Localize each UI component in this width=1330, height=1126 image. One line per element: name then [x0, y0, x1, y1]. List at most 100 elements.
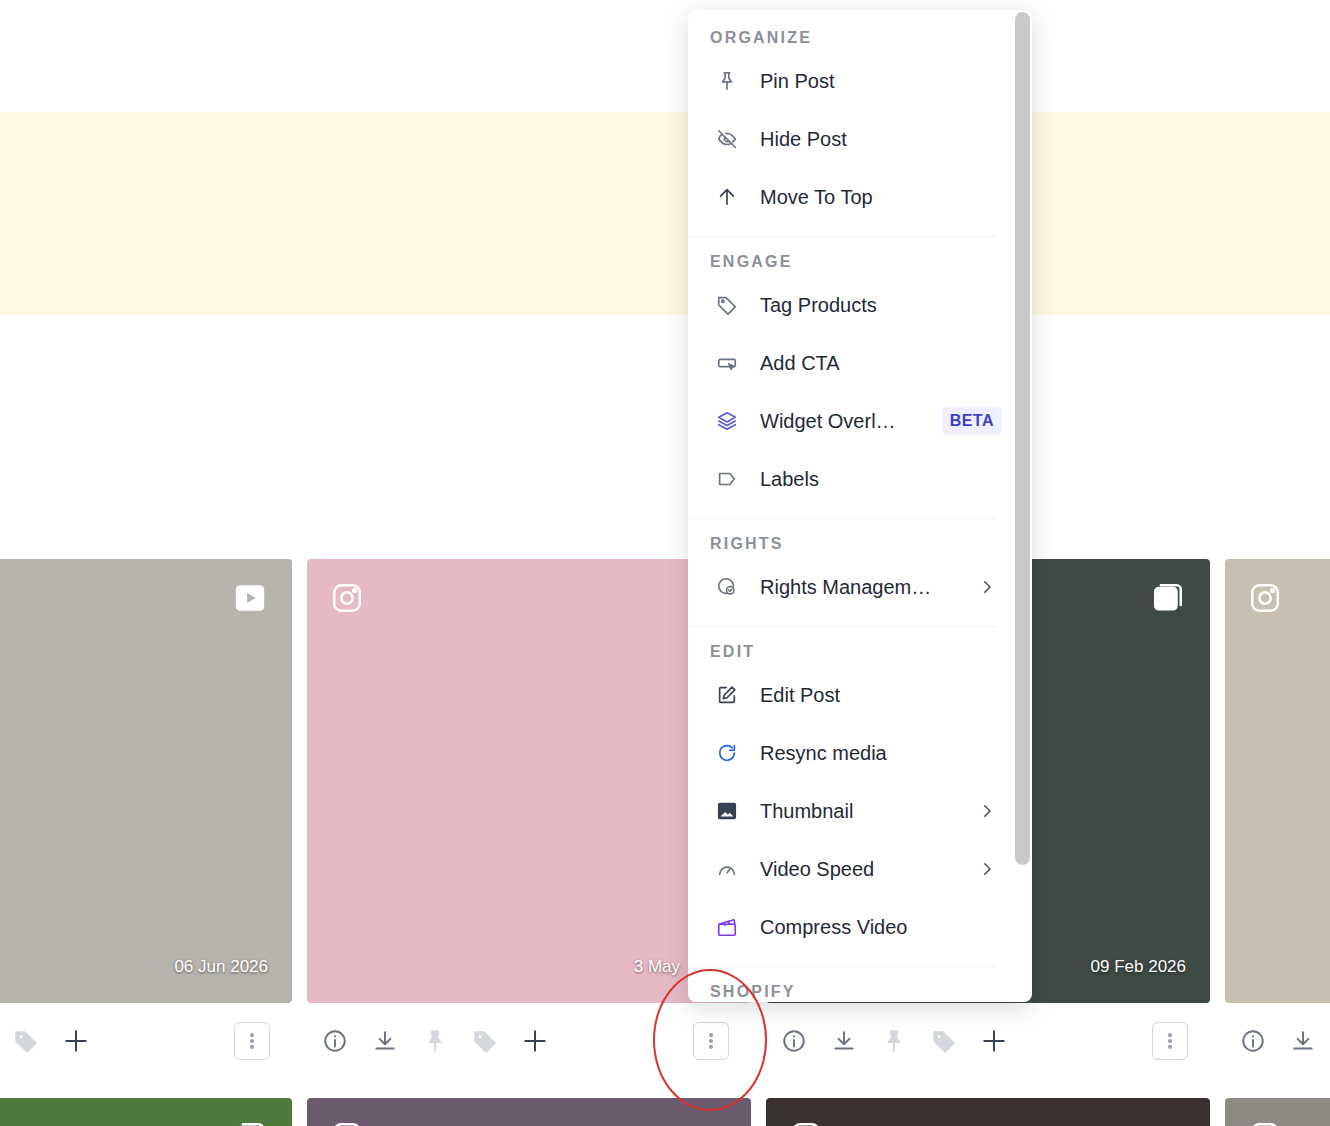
carousel-icon: [233, 1120, 267, 1126]
instagram-icon: [330, 1120, 364, 1126]
rights-icon: [710, 576, 744, 598]
mid-space: [0, 315, 1330, 559]
plus-icon: [981, 1028, 1007, 1054]
menu-item-label: Add CTA: [760, 348, 840, 378]
post-date: 3 May: [634, 956, 680, 978]
clapper-icon: [710, 916, 744, 938]
post-card: 3 May: [307, 559, 751, 1079]
download-button[interactable]: [1289, 1027, 1317, 1055]
download-button[interactable]: [371, 1027, 399, 1055]
section-header: ORGANIZE: [710, 28, 996, 52]
post-card: [307, 1098, 751, 1126]
menu-scrollbar[interactable]: [1015, 10, 1030, 1002]
post-actions: [766, 1003, 1210, 1079]
add-button[interactable]: [62, 1027, 90, 1055]
tag-button[interactable]: [930, 1027, 958, 1055]
tag-icon: [472, 1028, 498, 1054]
tag-button[interactable]: [471, 1027, 499, 1055]
info-button[interactable]: [1239, 1027, 1267, 1055]
pin-icon: [881, 1028, 907, 1054]
menu-item[interactable]: Edit Post: [710, 666, 996, 724]
pin-button[interactable]: [421, 1027, 449, 1055]
tag-icon: [931, 1028, 957, 1054]
post-card: [1225, 1098, 1330, 1126]
chevron-right-icon: [978, 578, 996, 596]
plus-icon: [522, 1028, 548, 1054]
post-actions: [307, 1003, 751, 1079]
post-card: [1225, 559, 1330, 1079]
top-space: [0, 0, 1330, 112]
eye-off-icon: [710, 128, 744, 150]
post-media[interactable]: [0, 1098, 292, 1126]
promo-band: [0, 112, 1330, 315]
label-icon: [710, 468, 744, 490]
more-button[interactable]: [1152, 1022, 1188, 1060]
page: 06 Jun 2026 3 May 09 Feb 2026 ORGANIZE Pin …: [0, 0, 1330, 1126]
menu-item[interactable]: Move To Top: [710, 168, 996, 226]
post-card: 06 Jun 2026: [0, 559, 292, 1079]
post-date: 06 Jun 2026: [174, 956, 268, 978]
kebab-icon: [242, 1031, 262, 1051]
context-menu: ORGANIZEPin PostHide PostMove To TopENGA…: [688, 10, 1032, 1002]
download-icon: [831, 1028, 857, 1054]
menu-item[interactable]: Add CTA: [710, 334, 996, 392]
menu-item[interactable]: Rights Managem…: [710, 558, 996, 616]
post-media[interactable]: 06 Jun 2026: [0, 559, 292, 1003]
post-date: 09 Feb 2026: [1091, 956, 1186, 978]
more-button[interactable]: [234, 1022, 270, 1060]
tag-button[interactable]: [12, 1027, 40, 1055]
more-button[interactable]: [693, 1022, 729, 1060]
resync-icon: [710, 742, 744, 764]
post-actions: [0, 1003, 292, 1079]
menu-item[interactable]: Compress Video: [710, 898, 996, 956]
menu-item[interactable]: Resync media: [710, 724, 996, 782]
instagram-icon: [1248, 581, 1282, 615]
layers-icon: [710, 410, 744, 432]
section-header: RIGHTS: [710, 534, 996, 558]
pin-button[interactable]: [880, 1027, 908, 1055]
menu-item-label: Hide Post: [760, 124, 847, 154]
menu-item[interactable]: Tag Products: [710, 276, 996, 334]
menu-item-label: Move To Top: [760, 182, 873, 212]
instagram-icon: [1248, 1120, 1282, 1126]
image-icon: [710, 800, 744, 822]
gauge-icon: [710, 858, 744, 880]
menu-item[interactable]: Widget Overl…BETA: [710, 392, 996, 450]
post-media[interactable]: [1225, 1098, 1330, 1126]
menu-body: ORGANIZEPin PostHide PostMove To TopENGA…: [688, 10, 1032, 1002]
info-button[interactable]: [321, 1027, 349, 1055]
add-button[interactable]: [980, 1027, 1008, 1055]
menu-item-label: Labels: [760, 464, 819, 494]
chevron-right-icon: [978, 860, 996, 878]
scroll-thumb[interactable]: [1015, 12, 1030, 865]
menu-section: EDITEdit PostResync mediaThumbnailVideo …: [688, 626, 996, 956]
menu-item-label: Widget Overl…: [760, 406, 896, 436]
beta-badge: BETA: [942, 407, 1002, 435]
post-row: [0, 1098, 1330, 1126]
kebab-icon: [701, 1031, 721, 1051]
instagram-icon: [330, 581, 364, 615]
post-media[interactable]: [766, 1098, 1210, 1126]
menu-item-label: Edit Post: [760, 680, 840, 710]
menu-item[interactable]: Thumbnail: [710, 782, 996, 840]
download-button[interactable]: [830, 1027, 858, 1055]
info-button[interactable]: [780, 1027, 808, 1055]
menu-item-label: Compress Video: [760, 912, 907, 942]
add-button[interactable]: [521, 1027, 549, 1055]
pin-icon: [422, 1028, 448, 1054]
post-card: [766, 1098, 1210, 1126]
post-media[interactable]: [1225, 559, 1330, 1003]
post-actions: [1225, 1003, 1330, 1079]
menu-item[interactable]: Labels: [710, 450, 996, 508]
section-header: SHOPIFY: [710, 982, 996, 1002]
post-grid: 06 Jun 2026 3 May 09 Feb 2026: [0, 559, 1330, 1126]
menu-item-label: Pin Post: [760, 66, 834, 96]
menu-item[interactable]: Pin Post: [710, 52, 996, 110]
menu-item[interactable]: Video Speed: [710, 840, 996, 898]
menu-item-label: Thumbnail: [760, 796, 853, 826]
video-icon: [233, 581, 267, 615]
menu-item[interactable]: Hide Post: [710, 110, 996, 168]
menu-section: RIGHTSRights Managem…: [688, 518, 996, 616]
post-media[interactable]: [307, 1098, 751, 1126]
post-media[interactable]: 3 May: [307, 559, 751, 1003]
